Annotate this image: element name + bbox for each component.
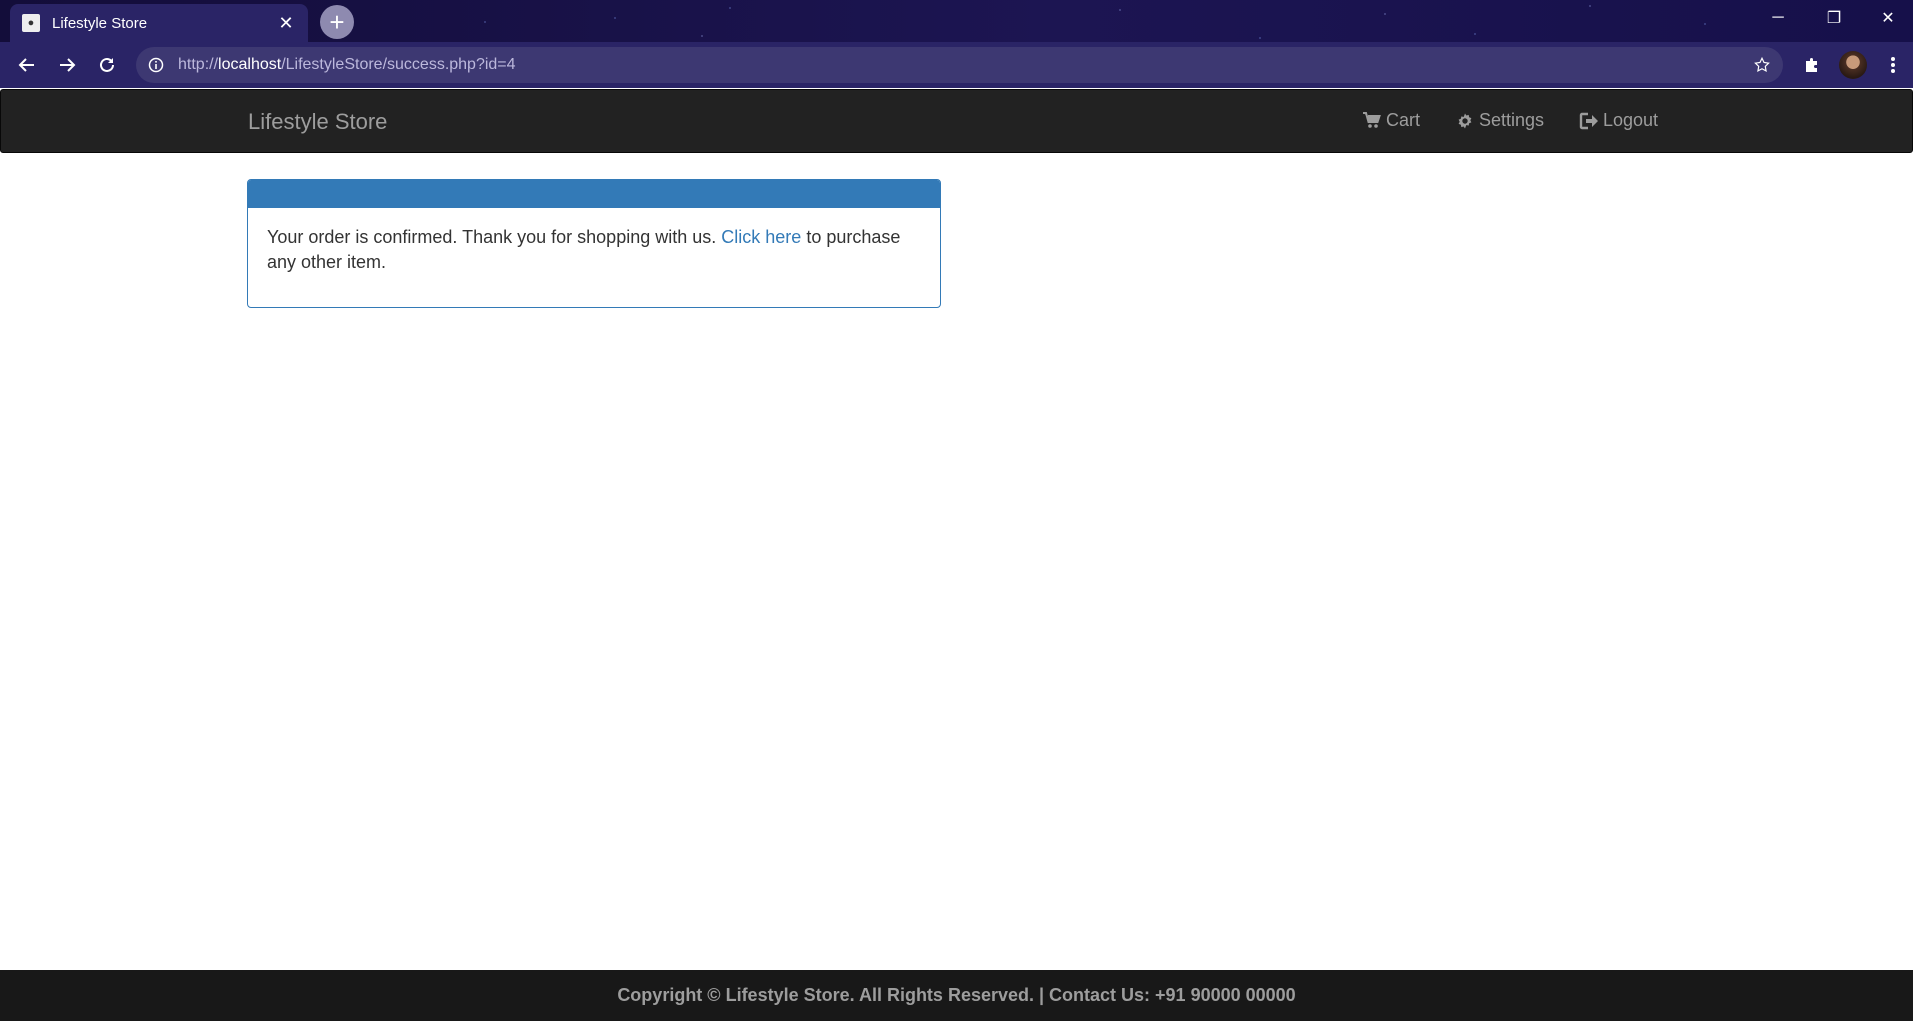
nav-logout-label: Logout	[1603, 110, 1659, 130]
brand-link[interactable]: Lifestyle Store	[248, 109, 387, 135]
minimize-icon[interactable]: ─	[1750, 0, 1806, 36]
reload-button[interactable]	[87, 45, 127, 85]
favicon-icon: ●	[22, 14, 40, 32]
close-tab-icon[interactable]: ✕	[276, 13, 296, 34]
url-path: /LifestyleStore/success.php?id=4	[281, 56, 516, 73]
back-arrow-icon	[18, 58, 34, 72]
tab-title: Lifestyle Store	[52, 14, 148, 32]
order-confirmation-panel: Your order is confirmed. Thank you for s…	[247, 179, 941, 308]
kebab-menu-icon	[1891, 57, 1895, 73]
confirmation-message: Your order is confirmed. Thank you for s…	[267, 227, 717, 247]
nav-logout-link[interactable]: Logout	[1579, 110, 1658, 131]
browser-menu-button[interactable]	[1873, 45, 1913, 85]
forward-button[interactable]	[47, 45, 87, 85]
address-bar[interactable]: http://localhost/LifestyleStore/success.…	[136, 47, 1783, 83]
url-scheme: http://	[178, 56, 219, 73]
nav-cart-link[interactable]: Cart	[1363, 110, 1420, 131]
back-button[interactable]	[7, 45, 47, 85]
nav-settings-label: Settings	[1479, 110, 1545, 130]
gear-icon	[1458, 113, 1472, 128]
bookmark-star-icon[interactable]	[1753, 56, 1771, 74]
site-navbar: Lifestyle Store Cart Settings Logout	[0, 89, 1913, 153]
logout-icon	[1579, 112, 1598, 129]
footer-copyright: Copyright © Lifestyle Store. All Rights …	[617, 985, 1296, 1005]
browser-toolbar: http://localhost/LifestyleStore/success.…	[0, 42, 1913, 88]
nav-settings-link[interactable]: Settings	[1456, 110, 1544, 131]
nav-cart-label: Cart	[1386, 110, 1421, 130]
puzzle-icon	[1806, 58, 1817, 72]
close-window-icon[interactable]: ✕	[1860, 0, 1913, 36]
reload-icon	[100, 57, 114, 72]
new-tab-button[interactable]: +	[320, 5, 354, 39]
browser-tab-strip: ● Lifestyle Store ✕ + ─ ❐ ✕	[0, 0, 1913, 42]
url-host: localhost	[218, 56, 282, 73]
continue-shopping-link[interactable]: Click here	[721, 227, 801, 247]
avatar	[1839, 51, 1867, 79]
extensions-button[interactable]	[1792, 45, 1832, 85]
panel-heading	[248, 180, 940, 208]
forward-arrow-icon	[60, 58, 76, 72]
url-text: http://localhost/LifestyleStore/success.…	[178, 56, 1753, 74]
restore-icon[interactable]: ❐	[1806, 0, 1862, 36]
browser-tab[interactable]: ● Lifestyle Store ✕	[10, 4, 308, 42]
panel-body: Your order is confirmed. Thank you for s…	[248, 208, 940, 292]
site-footer: Copyright © Lifestyle Store. All Rights …	[0, 970, 1913, 1021]
profile-button[interactable]	[1833, 45, 1873, 85]
cart-icon	[1363, 112, 1381, 128]
info-icon	[148, 57, 164, 73]
